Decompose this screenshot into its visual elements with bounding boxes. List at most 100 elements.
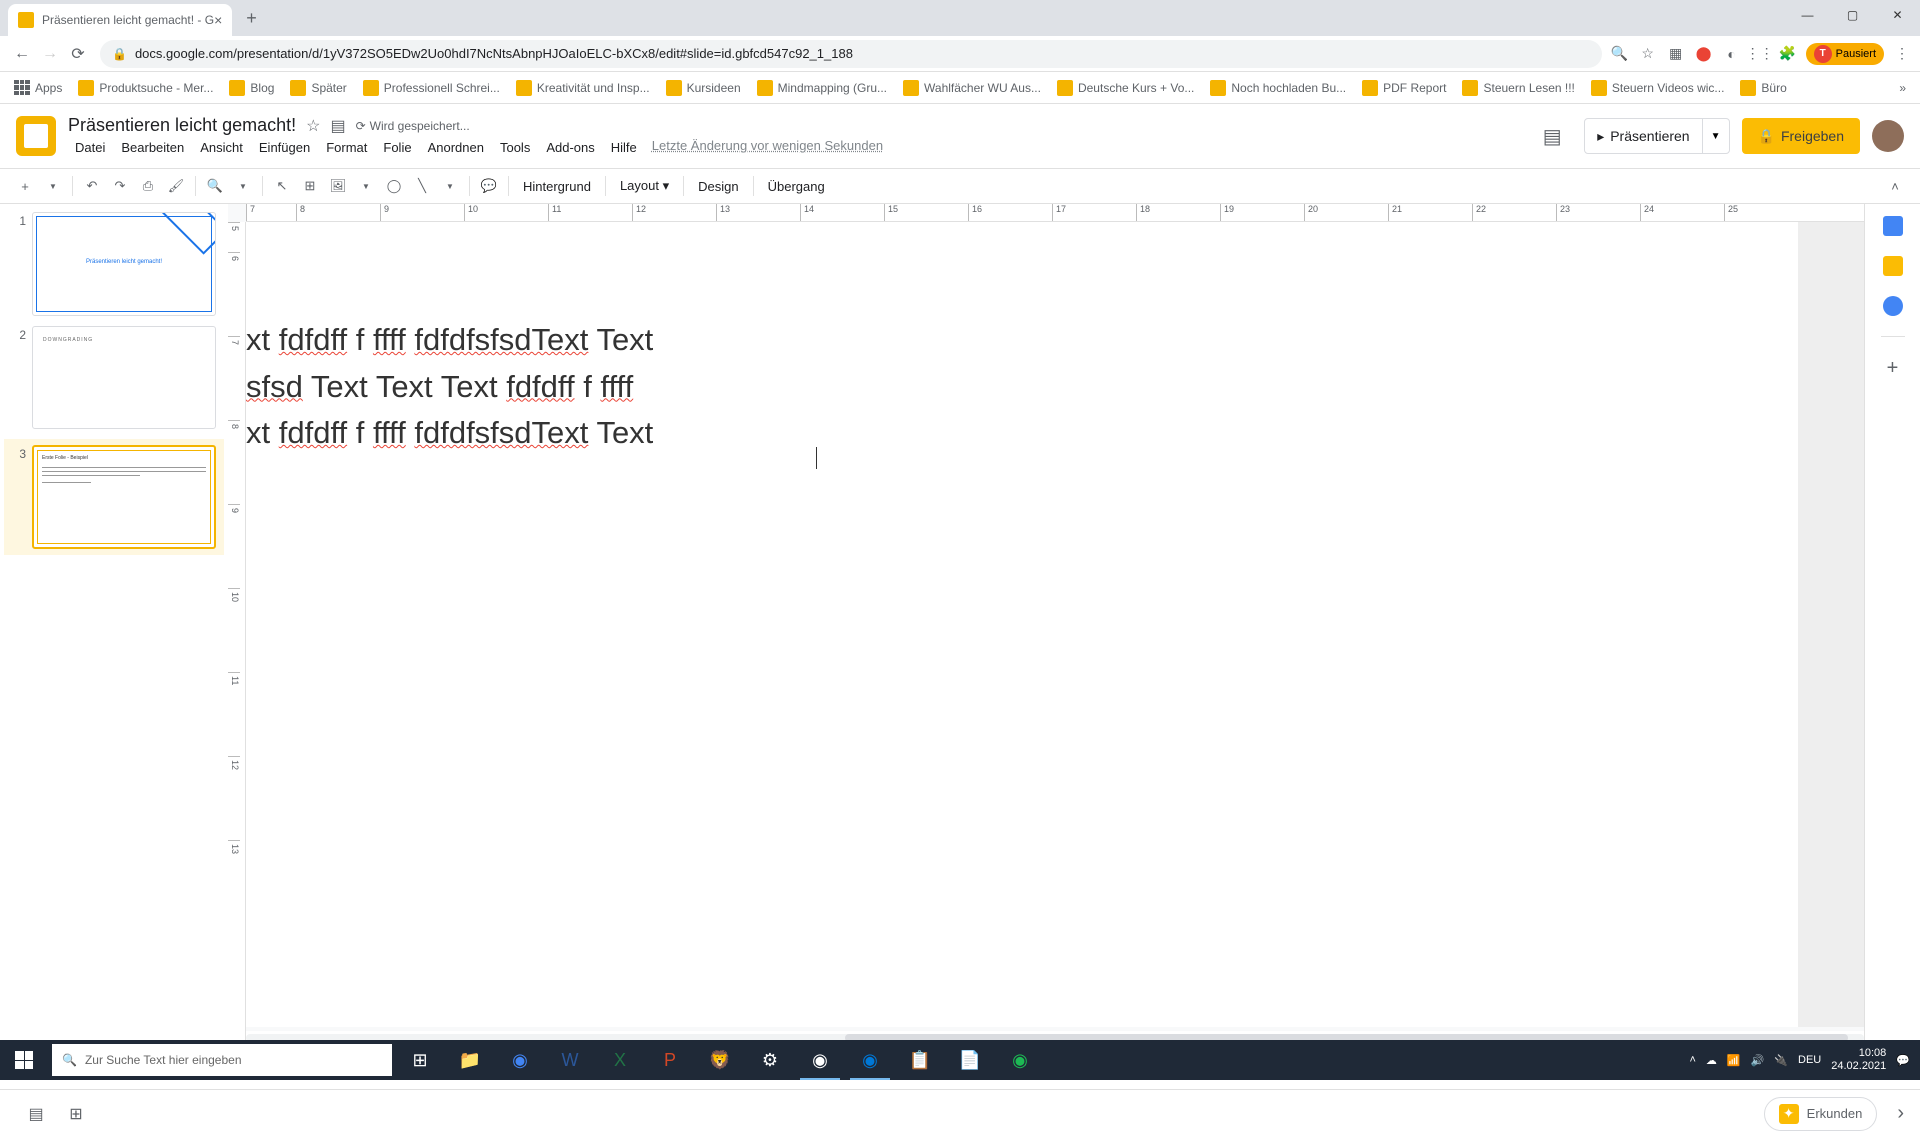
add-addon-button[interactable]: + bbox=[1887, 357, 1899, 380]
language-indicator[interactable]: DEU bbox=[1798, 1054, 1821, 1066]
wifi-icon[interactable]: 📶 bbox=[1727, 1054, 1741, 1067]
bookmark-item[interactable]: Kursideen bbox=[660, 76, 747, 100]
close-tab-icon[interactable]: × bbox=[214, 12, 222, 28]
volume-icon[interactable]: 🔊 bbox=[1751, 1054, 1765, 1067]
explore-button[interactable]: ✦ Erkunden bbox=[1764, 1097, 1878, 1131]
close-window-button[interactable]: ✕ bbox=[1875, 0, 1920, 30]
menu-button[interactable]: ⋮ bbox=[1892, 44, 1912, 64]
comments-button[interactable]: ▤ bbox=[1532, 116, 1572, 156]
image-dropdown[interactable]: ▼ bbox=[353, 173, 379, 199]
start-button[interactable] bbox=[0, 1040, 48, 1080]
back-button[interactable]: ← bbox=[8, 40, 36, 68]
new-slide-button[interactable]: + bbox=[12, 173, 38, 199]
word-app[interactable]: W bbox=[546, 1040, 594, 1080]
horizontal-ruler[interactable]: 7 8 9 10 11 12 13 14 15 16 17 18 19 20 2… bbox=[246, 204, 1864, 222]
menu-ansicht[interactable]: Ansicht bbox=[193, 138, 250, 157]
side-panel-toggle[interactable]: › bbox=[1897, 1102, 1904, 1125]
present-dropdown[interactable]: ▼ bbox=[1702, 119, 1729, 153]
keep-icon[interactable] bbox=[1883, 256, 1903, 276]
powerpoint-app[interactable]: P bbox=[646, 1040, 694, 1080]
menu-tools[interactable]: Tools bbox=[493, 138, 537, 157]
app-icon[interactable]: ◉ bbox=[496, 1040, 544, 1080]
background-button[interactable]: Hintergrund bbox=[515, 179, 599, 194]
textbox-tool[interactable]: ⊞ bbox=[297, 173, 323, 199]
new-tab-button[interactable]: + bbox=[242, 4, 261, 33]
app-icon[interactable]: 📋 bbox=[896, 1040, 944, 1080]
browser-tab[interactable]: Präsentieren leicht gemacht! - G × bbox=[8, 4, 232, 36]
bookmark-item[interactable]: Deutsche Kurs + Vo... bbox=[1051, 76, 1200, 100]
new-slide-dropdown[interactable]: ▼ bbox=[40, 173, 66, 199]
extensions-button[interactable]: 🧩 bbox=[1778, 44, 1798, 64]
menu-anordnen[interactable]: Anordnen bbox=[421, 138, 491, 157]
zoom-icon[interactable]: 🔍 bbox=[1610, 44, 1630, 64]
collapse-toolbar-button[interactable]: ˄ bbox=[1882, 173, 1908, 199]
menu-folie[interactable]: Folie bbox=[376, 138, 418, 157]
reload-button[interactable]: ⟳ bbox=[64, 40, 92, 68]
user-avatar[interactable] bbox=[1872, 120, 1904, 152]
extension-icon[interactable]: ◐ bbox=[1722, 44, 1742, 64]
tasks-icon[interactable] bbox=[1883, 296, 1903, 316]
thumbnail-panel[interactable]: 1 Präsentieren leicht gemacht! 2 DOWNGRA… bbox=[0, 204, 228, 1045]
vertical-ruler[interactable]: 5 6 7 8 9 10 11 12 13 bbox=[228, 222, 246, 1045]
taskbar-search[interactable]: 🔍 Zur Suche Text hier eingeben bbox=[52, 1044, 392, 1076]
print-button[interactable]: ⎙ bbox=[135, 173, 161, 199]
app-icon[interactable]: 📄 bbox=[946, 1040, 994, 1080]
bookmark-item[interactable]: Produktsuche - Mer... bbox=[72, 76, 219, 100]
bookmark-item[interactable]: Blog bbox=[223, 76, 280, 100]
extension-icon[interactable]: ▦ bbox=[1666, 44, 1686, 64]
move-icon[interactable]: ▤ bbox=[330, 116, 345, 136]
doc-title[interactable]: Präsentieren leicht gemacht! bbox=[68, 115, 296, 136]
comment-tool[interactable]: 💬 bbox=[476, 173, 502, 199]
menu-format[interactable]: Format bbox=[319, 138, 374, 157]
bookmark-item[interactable]: Steuern Videos wic... bbox=[1585, 76, 1731, 100]
transition-button[interactable]: Übergang bbox=[760, 179, 833, 194]
filmstrip-view-button[interactable]: ▤ bbox=[16, 1098, 56, 1130]
bookmark-item[interactable]: Mindmapping (Gru... bbox=[751, 76, 893, 100]
bookmark-overflow[interactable]: » bbox=[1893, 77, 1912, 99]
notifications-icon[interactable]: 💬 bbox=[1896, 1054, 1910, 1067]
minimize-button[interactable]: — bbox=[1785, 0, 1830, 30]
star-icon[interactable]: ☆ bbox=[306, 116, 320, 136]
clock[interactable]: 10:08 24.02.2021 bbox=[1831, 1047, 1886, 1073]
menu-addons[interactable]: Add-ons bbox=[539, 138, 601, 157]
tray-expand-icon[interactable]: ˄ bbox=[1689, 1054, 1695, 1066]
calendar-icon[interactable] bbox=[1883, 216, 1903, 236]
bookmark-item[interactable]: Kreativität und Insp... bbox=[510, 76, 656, 100]
obs-app[interactable]: ⚙ bbox=[746, 1040, 794, 1080]
star-icon[interactable]: ☆ bbox=[1638, 44, 1658, 64]
explorer-app[interactable]: 📁 bbox=[446, 1040, 494, 1080]
select-tool[interactable]: ↖ bbox=[269, 173, 295, 199]
layout-button[interactable]: Layout ▾ bbox=[612, 178, 677, 194]
apps-button[interactable]: Apps bbox=[8, 76, 68, 100]
bookmark-item[interactable]: PDF Report bbox=[1356, 76, 1452, 100]
zoom-button[interactable]: 🔍 bbox=[202, 173, 228, 199]
menu-hilfe[interactable]: Hilfe bbox=[604, 138, 644, 157]
slide-thumbnail-2[interactable]: DOWNGRADING bbox=[32, 326, 216, 430]
slide-thumbnail-3[interactable]: Erste Folie - Beispiel bbox=[32, 445, 216, 549]
maximize-button[interactable]: ▢ bbox=[1830, 0, 1875, 30]
extension-icon[interactable]: ⋮⋮ bbox=[1750, 44, 1770, 64]
shape-tool[interactable]: ◯ bbox=[381, 173, 407, 199]
app-icon[interactable]: 🦁 bbox=[696, 1040, 744, 1080]
zoom-dropdown[interactable]: ▼ bbox=[230, 173, 256, 199]
bookmark-item[interactable]: Wahlfächer WU Aus... bbox=[897, 76, 1047, 100]
line-tool[interactable]: ╲ bbox=[409, 173, 435, 199]
menu-datei[interactable]: Datei bbox=[68, 138, 112, 157]
line-dropdown[interactable]: ▼ bbox=[437, 173, 463, 199]
image-tool[interactable]: 🖼 bbox=[325, 173, 351, 199]
slide-canvas[interactable]: xt fdfdff f ffff fdfdfsfsdText Text sfsd… bbox=[246, 222, 1864, 1027]
bookmark-item[interactable]: Büro bbox=[1734, 76, 1792, 100]
redo-button[interactable]: ↷ bbox=[107, 173, 133, 199]
menu-einfuegen[interactable]: Einfügen bbox=[252, 138, 317, 157]
text-content[interactable]: xt fdfdff f ffff fdfdfsfsdText Text sfsd… bbox=[246, 317, 653, 457]
battery-icon[interactable]: 🔌 bbox=[1774, 1054, 1788, 1067]
profile-button[interactable]: T Pausiert bbox=[1806, 43, 1884, 65]
cloud-icon[interactable]: ☁ bbox=[1706, 1054, 1717, 1067]
thumb-row-1[interactable]: 1 Präsentieren leicht gemacht! bbox=[4, 212, 224, 316]
thumb-row-2[interactable]: 2 DOWNGRADING bbox=[4, 326, 224, 430]
edge-app[interactable]: ◉ bbox=[846, 1040, 894, 1080]
undo-button[interactable]: ↶ bbox=[79, 173, 105, 199]
bookmark-item[interactable]: Steuern Lesen !!! bbox=[1456, 76, 1580, 100]
extension-icon[interactable]: ⬤ bbox=[1694, 44, 1714, 64]
design-button[interactable]: Design bbox=[690, 179, 746, 194]
